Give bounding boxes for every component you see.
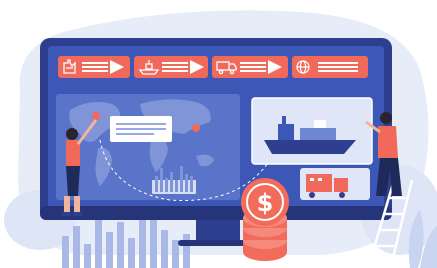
coin-stack: $ xyxy=(241,178,289,261)
logistics-illustration: $ xyxy=(0,0,437,268)
tile-ship xyxy=(134,56,208,78)
currency-symbol: $ xyxy=(257,189,274,217)
monitor-stand xyxy=(196,220,240,242)
tile-truck xyxy=(212,56,288,78)
map-pin xyxy=(192,124,200,132)
tile-factory xyxy=(58,56,130,78)
ship-panel xyxy=(251,97,373,165)
top-tiles xyxy=(58,56,368,78)
world-map-panel xyxy=(56,94,271,201)
tile-globe xyxy=(292,56,368,78)
truck-panel xyxy=(300,168,370,200)
illustration-canvas: $ xyxy=(4,10,437,268)
map-pin xyxy=(92,112,100,120)
